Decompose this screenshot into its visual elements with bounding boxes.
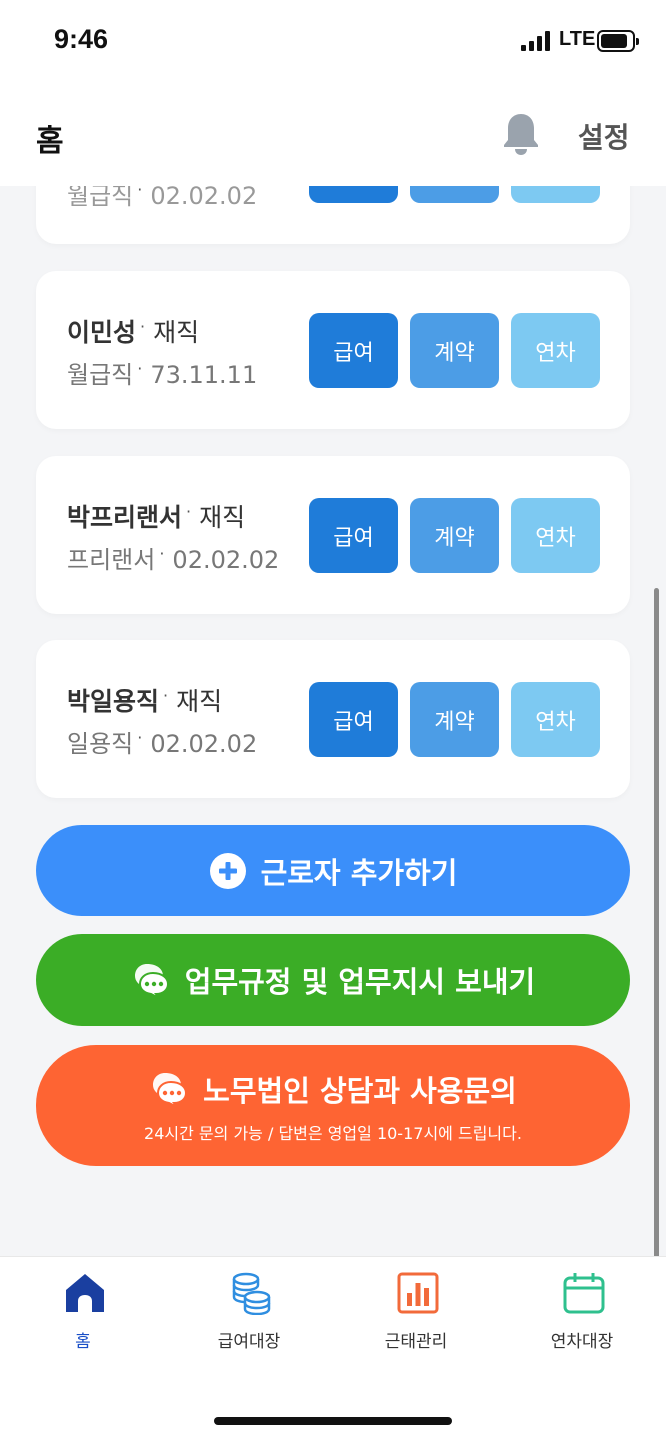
worker-sub-info: 프리랜서 · 02.02.02 <box>67 544 280 574</box>
contract-button[interactable]: 계약 <box>410 313 499 388</box>
battery-icon <box>597 30 639 52</box>
worker-birth-date: 02.02.02 <box>172 546 280 574</box>
tab-leave[interactable]: 연차대장 <box>522 1257 642 1367</box>
worker-pay-type: 프리랜서 <box>67 546 156 574</box>
worker-name-line: 박일용직 · 재직 <box>67 686 223 716</box>
tab-attendance-label: 근태관리 <box>384 1332 448 1352</box>
home-screen: 월급직 · 02.02.02 이민성 · 재직 월급직 · 73.11.11 급여 계약 연… <box>0 0 666 1440</box>
pay-button[interactable]: 급여 <box>309 313 398 388</box>
leave-button[interactable]: 연차 <box>511 313 600 388</box>
consult-title: 노무법인 상담과 사용문의 <box>203 1073 517 1108</box>
consult-button[interactable]: 노무법인 상담과 사용문의 24시간 문의 가능 / 답변은 영업일 10-17… <box>36 1045 630 1166</box>
tab-leave-label: 연차대장 <box>550 1332 614 1352</box>
worker-name-line: 이민성 · 재직 <box>67 317 200 347</box>
worker-status: 재직 <box>153 318 200 347</box>
calendar-icon <box>563 1273 605 1314</box>
worker-card[interactable]: 박일용직 · 재직 일용직 · 02.02.02 급여 계약 연차 <box>36 640 630 798</box>
leave-button[interactable]: 연차 <box>511 498 600 573</box>
tab-attendance[interactable]: 근태관리 <box>356 1257 476 1367</box>
worker-sub-info: 월급직 · 73.11.11 <box>67 359 258 389</box>
worker-name: 박일용직 <box>67 687 160 716</box>
pay-button[interactable]: 급여 <box>309 498 398 573</box>
settings-button[interactable]: 설정 <box>578 116 630 156</box>
page-title: 홈 <box>36 124 64 159</box>
worker-pay-type: 월급직 <box>67 361 134 389</box>
status-bar: 9:46 LTE <box>0 0 666 80</box>
tab-home[interactable]: 홈 <box>23 1257 143 1367</box>
worker-status: 재직 <box>176 687 223 716</box>
coins-icon <box>232 1272 271 1315</box>
tab-payroll[interactable]: 급여대장 <box>189 1257 309 1367</box>
status-time: 9:46 <box>54 24 109 54</box>
add-worker-button[interactable]: 근로자 추가하기 <box>36 825 630 916</box>
send-rules-label: 업무규정 및 업무지시 보내기 <box>184 965 536 999</box>
worker-name: 박프리랜서 <box>67 503 183 532</box>
worker-sub-info: 일용직 · 02.02.02 <box>67 728 258 758</box>
worker-birth-date: 73.11.11 <box>150 361 258 389</box>
signal-icon <box>521 31 553 51</box>
worker-birth-date: 02.02.02 <box>150 730 258 758</box>
bottom-nav: 홈 급여대장 근태관리 연차대장 <box>0 1256 666 1440</box>
tab-home-label: 홈 <box>75 1332 91 1352</box>
home-indicator <box>214 1417 452 1425</box>
bell-icon[interactable] <box>502 112 540 156</box>
network-type: LTE <box>559 28 596 50</box>
worker-card[interactable]: 박프리랜서 · 재직 프리랜서 · 02.02.02 급여 계약 연차 <box>36 456 630 614</box>
worker-status: 재직 <box>199 503 246 532</box>
worker-name: 이민성 <box>67 318 137 347</box>
app-header: 홈 설정 <box>0 80 666 186</box>
bar-chart-icon <box>397 1272 439 1314</box>
worker-card[interactable]: 이민성 · 재직 월급직 · 73.11.11 급여 계약 연차 <box>36 271 630 429</box>
leave-button[interactable]: 연차 <box>511 682 600 757</box>
worker-pay-type: 일용직 <box>67 730 134 758</box>
home-icon <box>66 1274 104 1312</box>
worker-name-line: 박프리랜서 · 재직 <box>67 502 246 532</box>
chat-bubbles-icon <box>134 964 169 999</box>
consult-subtitle: 24시간 문의 가능 / 답변은 영업일 10-17시에 드립니다. <box>144 1123 522 1143</box>
contract-button[interactable]: 계약 <box>410 682 499 757</box>
chat-bubbles-icon <box>153 1072 188 1108</box>
contract-button[interactable]: 계약 <box>410 498 499 573</box>
send-rules-button[interactable]: 업무규정 및 업무지시 보내기 <box>36 934 630 1026</box>
pay-button[interactable]: 급여 <box>309 682 398 757</box>
consult-title-row: 노무법인 상담과 사용문의 <box>149 1068 517 1110</box>
plus-circle-icon <box>209 852 246 889</box>
add-worker-label: 근로자 추가하기 <box>260 855 458 890</box>
tab-payroll-label: 급여대장 <box>217 1332 281 1352</box>
